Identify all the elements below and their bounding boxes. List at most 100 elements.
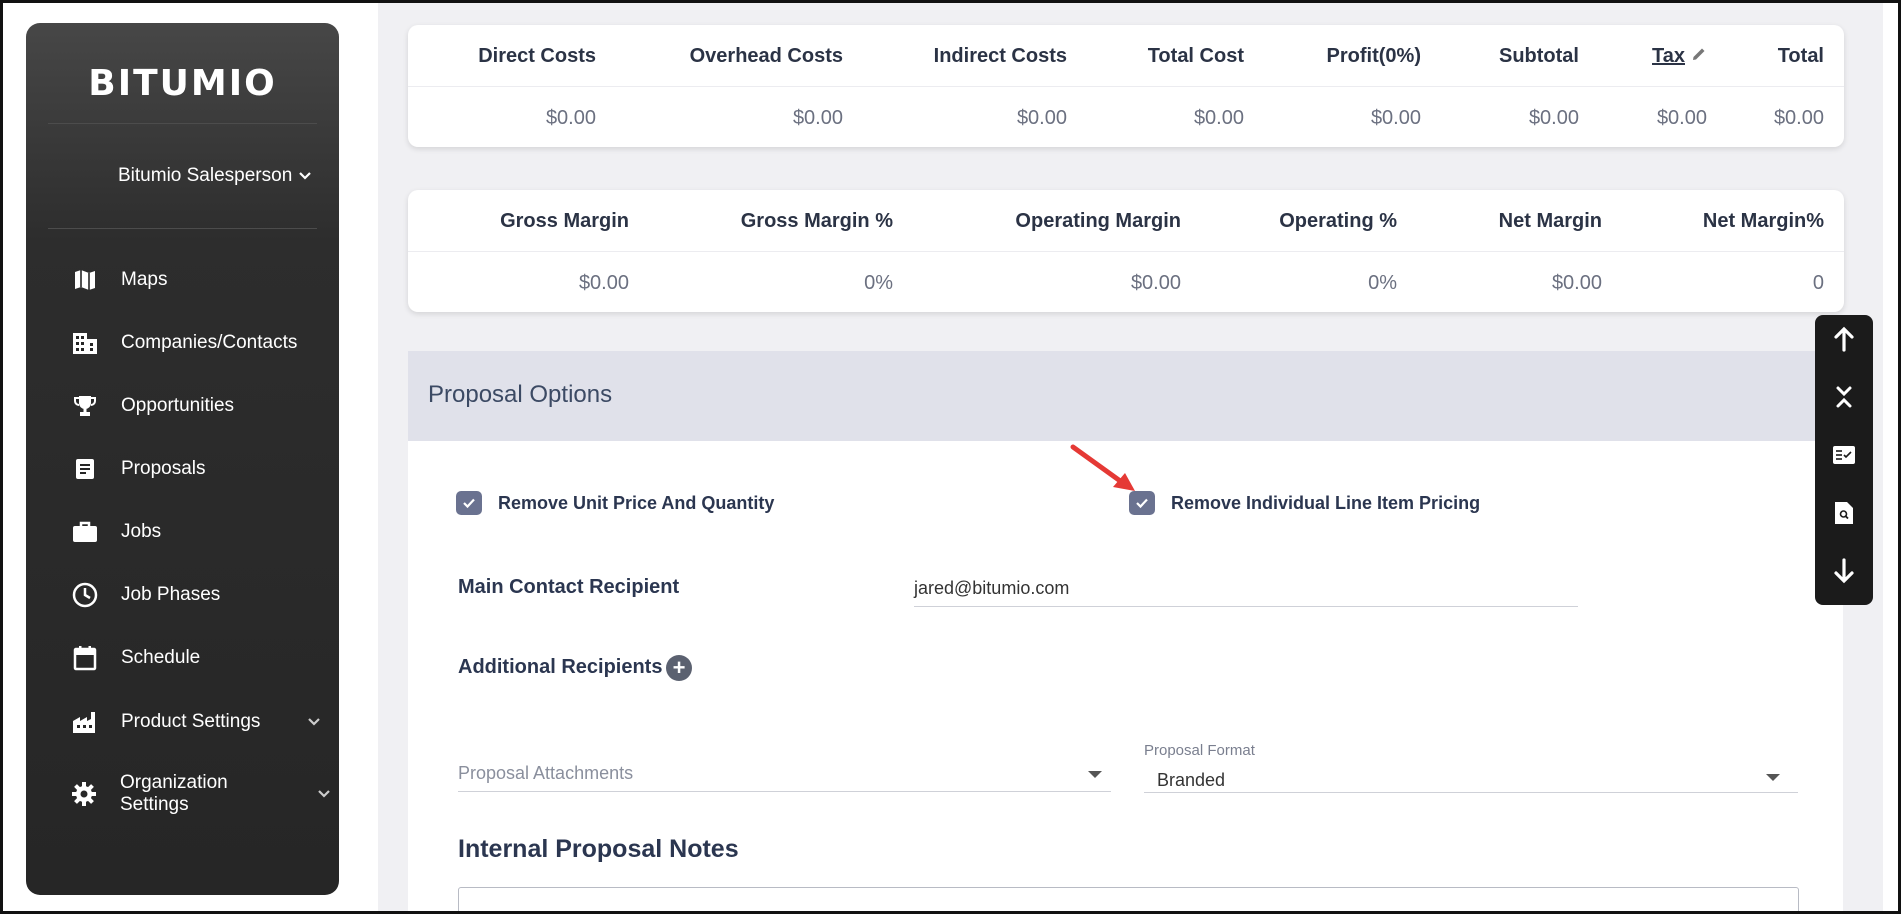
row-divider [408,251,1844,252]
sidebar-divider [48,228,317,229]
value-total: $0.00 [1773,107,1824,129]
value-gross-margin-percent: 0% [864,272,893,294]
map-icon [71,266,99,294]
remove-line-item-pricing-label: Remove Individual Line Item Pricing [1171,492,1481,513]
value-operating-margin: $0.00 [1130,272,1181,294]
pencil-icon[interactable] [1691,45,1707,68]
sidebar-item-proposals[interactable]: Proposals [71,455,321,483]
proposal-format-select[interactable]: Branded [1157,770,1225,791]
chevron-down-icon [298,165,312,187]
calendar-icon [71,644,99,672]
trophy-icon [71,392,99,420]
sidebar-item-schedule[interactable]: Schedule [71,644,321,672]
value-subtotal: $0.00 [1528,107,1579,129]
main-contact-underline [914,606,1578,607]
collapse-all-button[interactable] [1815,379,1873,419]
chevron-down-icon [317,783,331,805]
remove-unit-price-option[interactable]: Remove Unit Price And Quantity [456,491,774,515]
sidebar-item-label: Companies/Contacts [121,332,298,353]
sidebar-item-label: Proposals [121,458,206,479]
document-icon [71,455,99,483]
value-net-margin: $0.00 [1551,272,1602,294]
proposal-attachments-select[interactable]: Proposal Attachments [458,763,633,784]
proposal-options-title: Proposal Options [428,381,613,408]
app-logo: BITUMIO [88,63,277,104]
dropdown-caret-icon[interactable] [1766,774,1780,781]
proposal-options-header[interactable]: Proposal Options [408,351,1842,441]
header-overhead-costs: Overhead Costs [689,45,843,67]
header-gross-margin: Gross Margin [500,210,629,232]
value-gross-margin: $0.00 [578,272,629,294]
sidebar-item-organization-settings[interactable]: Organization Settings [71,772,331,816]
header-total: Total [1777,45,1824,67]
header-net-margin: Net Margin [1498,210,1602,232]
internal-notes-textarea[interactable] [458,887,1799,911]
value-direct-costs: $0.00 [545,107,596,129]
arrow-down-icon [1833,557,1855,589]
value-indirect-costs: $0.00 [1016,107,1067,129]
sidebar-item-label: Organization Settings [119,772,228,815]
remove-unit-price-checkbox[interactable] [456,491,482,515]
sidebar-item-job-phases[interactable]: Job Phases [71,581,321,609]
tax-link[interactable]: Tax [1652,45,1685,68]
header-net-margin-percent: Net Margin% [1702,210,1824,232]
sidebar-item-label: Schedule [121,647,201,668]
value-tax: $0.00 [1656,107,1707,129]
checklist-button[interactable] [1815,437,1873,477]
annotation-arrow-icon [1070,444,1135,491]
sidebar-item-label: Maps [121,269,168,290]
checklist-icon [1832,445,1856,470]
sidebar-item-label: Product Settings [121,711,261,732]
scroll-bottom-button[interactable] [1815,553,1873,593]
value-net-margin-percent: 0 [1812,272,1824,294]
margins-summary-card: Gross Margin Gross Margin % Operating Ma… [408,190,1844,312]
preview-document-button[interactable] [1815,495,1873,535]
header-tax[interactable]: Tax [1652,45,1707,68]
user-menu[interactable]: Bitumio Salesperson [118,165,312,187]
value-profit: $0.00 [1370,107,1421,129]
value-overhead-costs: $0.00 [792,107,843,129]
sidebar-item-jobs[interactable]: Jobs [71,518,321,546]
clock-icon [71,581,99,609]
app-window: BITUMIO Bitumio Salesperson Maps Compani… [0,0,1901,914]
value-operating-percent: 0% [1368,272,1397,294]
value-total-cost: $0.00 [1193,107,1244,129]
sidebar-item-label: Jobs [121,521,162,542]
sidebar: BITUMIO Bitumio Salesperson Maps Compani… [26,23,339,895]
sidebar-item-opportunities[interactable]: Opportunities [71,392,321,420]
dropdown-caret-icon[interactable] [1088,771,1102,778]
sidebar-item-label: Opportunities [121,395,235,416]
sidebar-item-product-settings[interactable]: Product Settings [71,708,321,736]
building-icon [71,329,99,357]
main-contact-field[interactable]: jared@bitumio.com [914,578,1069,599]
header-operating-percent: Operating % [1279,210,1397,232]
header-operating-margin: Operating Margin [1015,210,1181,232]
sidebar-item-label: Job Phases [121,584,221,605]
scroll-top-button[interactable] [1815,321,1873,361]
user-name: Bitumio Salesperson [118,165,293,186]
costs-summary-card: Direct Costs Overhead Costs Indirect Cos… [408,25,1844,147]
chevron-down-icon [307,711,321,733]
sidebar-divider [48,123,317,124]
format-underline [1144,792,1798,793]
add-recipient-icon[interactable]: + [666,655,692,681]
briefcase-icon [71,518,99,546]
internal-notes-title: Internal Proposal Notes [458,835,739,863]
gear-icon [71,780,98,808]
additional-recipients-label: Additional Recipients [458,656,663,678]
header-profit: Profit(0%) [1326,45,1421,67]
remove-unit-price-label: Remove Unit Price And Quantity [498,492,775,513]
header-indirect-costs: Indirect Costs [933,45,1067,67]
floating-toolbar [1815,315,1873,605]
proposal-format-label: Proposal Format [1144,742,1255,759]
header-gross-margin-percent: Gross Margin % [740,210,893,232]
main-contact-label: Main Contact Recipient [458,576,680,598]
header-direct-costs: Direct Costs [478,45,596,67]
document-search-icon [1834,501,1854,530]
sidebar-item-companies-contacts[interactable]: Companies/Contacts [71,329,321,357]
header-total-cost: Total Cost [1147,45,1244,67]
sidebar-item-maps[interactable]: Maps [71,266,321,294]
header-subtotal: Subtotal [1499,45,1579,67]
arrow-up-icon [1833,326,1855,357]
remove-line-item-pricing-option[interactable]: Remove Individual Line Item Pricing [1129,491,1480,515]
